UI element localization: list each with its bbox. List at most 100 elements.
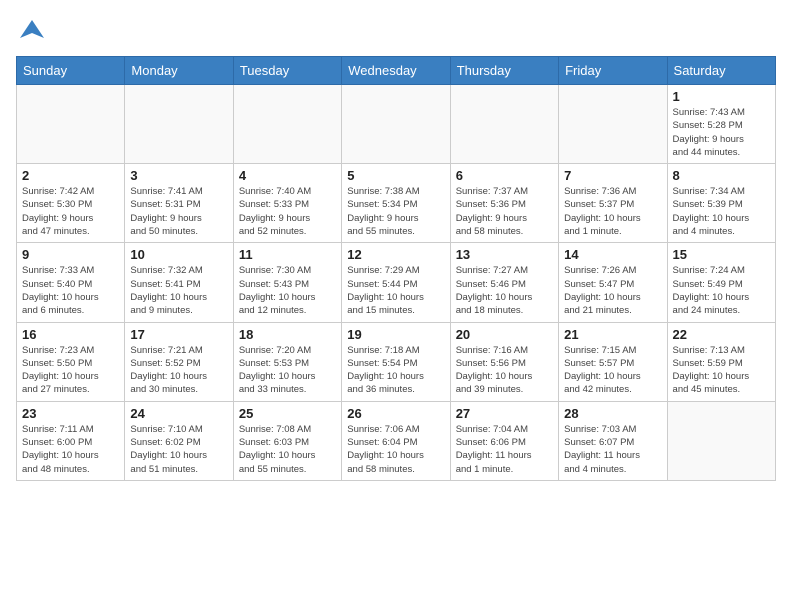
calendar-cell: 10 Sunrise: 7:32 AM Sunset: 5:41 PM Dayli… — [125, 243, 233, 322]
calendar-week-3: 9 Sunrise: 7:33 AM Sunset: 5:40 PM Daylig… — [17, 243, 776, 322]
calendar-cell: 26 Sunrise: 7:06 AM Sunset: 6:04 PM Dayli… — [342, 401, 450, 480]
day-number: 17 — [130, 327, 227, 342]
calendar-cell: 8 Sunrise: 7:34 AM Sunset: 5:39 PM Daylig… — [667, 164, 775, 243]
day-detail: Sunrise: 7:10 AM Sunset: 6:02 PM Dayligh… — [130, 423, 227, 476]
day-detail: Sunrise: 7:37 AM Sunset: 5:36 PM Dayligh… — [456, 185, 553, 238]
day-detail: Sunrise: 7:27 AM Sunset: 5:46 PM Dayligh… — [456, 264, 553, 317]
calendar-week-1: 1 Sunrise: 7:43 AM Sunset: 5:28 PM Daylig… — [17, 85, 776, 164]
day-detail: Sunrise: 7:18 AM Sunset: 5:54 PM Dayligh… — [347, 344, 444, 397]
day-detail: Sunrise: 7:29 AM Sunset: 5:44 PM Dayligh… — [347, 264, 444, 317]
day-detail: Sunrise: 7:30 AM Sunset: 5:43 PM Dayligh… — [239, 264, 336, 317]
day-number: 24 — [130, 406, 227, 421]
day-number: 1 — [673, 89, 770, 104]
day-detail: Sunrise: 7:03 AM Sunset: 6:07 PM Dayligh… — [564, 423, 661, 476]
day-detail: Sunrise: 7:20 AM Sunset: 5:53 PM Dayligh… — [239, 344, 336, 397]
day-detail: Sunrise: 7:16 AM Sunset: 5:56 PM Dayligh… — [456, 344, 553, 397]
day-detail: Sunrise: 7:06 AM Sunset: 6:04 PM Dayligh… — [347, 423, 444, 476]
day-number: 28 — [564, 406, 661, 421]
day-number: 21 — [564, 327, 661, 342]
weekday-header-friday: Friday — [559, 57, 667, 85]
calendar-cell: 4Sunrise: 7:40 AM Sunset: 5:33 PM Daylig… — [233, 164, 341, 243]
day-number: 15 — [673, 247, 770, 262]
calendar-cell: 11 Sunrise: 7:30 AM Sunset: 5:43 PM Dayli… — [233, 243, 341, 322]
calendar-cell — [342, 85, 450, 164]
day-detail: Sunrise: 7:13 AM Sunset: 5:59 PM Dayligh… — [673, 344, 770, 397]
calendar-cell: 2Sunrise: 7:42 AM Sunset: 5:30 PM Daylig… — [17, 164, 125, 243]
day-detail: Sunrise: 7:23 AM Sunset: 5:50 PM Dayligh… — [22, 344, 119, 397]
day-number: 18 — [239, 327, 336, 342]
day-number: 4 — [239, 168, 336, 183]
calendar-cell: 3 Sunrise: 7:41 AM Sunset: 5:31 PM Daylig… — [125, 164, 233, 243]
weekday-header-wednesday: Wednesday — [342, 57, 450, 85]
day-detail: Sunrise: 7:32 AM Sunset: 5:41 PM Dayligh… — [130, 264, 227, 317]
day-number: 11 — [239, 247, 336, 262]
logo — [16, 16, 46, 44]
calendar-cell: 18 Sunrise: 7:20 AM Sunset: 5:53 PM Dayli… — [233, 322, 341, 401]
calendar-cell — [559, 85, 667, 164]
weekday-header-monday: Monday — [125, 57, 233, 85]
calendar-cell: 19 Sunrise: 7:18 AM Sunset: 5:54 PM Dayli… — [342, 322, 450, 401]
weekday-header-thursday: Thursday — [450, 57, 558, 85]
calendar-cell — [125, 85, 233, 164]
calendar-cell: 22Sunrise: 7:13 AM Sunset: 5:59 PM Dayli… — [667, 322, 775, 401]
day-number: 13 — [456, 247, 553, 262]
day-detail: Sunrise: 7:33 AM Sunset: 5:40 PM Dayligh… — [22, 264, 119, 317]
day-number: 25 — [239, 406, 336, 421]
calendar-cell: 7Sunrise: 7:36 AM Sunset: 5:37 PM Daylig… — [559, 164, 667, 243]
day-detail: Sunrise: 7:42 AM Sunset: 5:30 PM Dayligh… — [22, 185, 119, 238]
calendar-cell: 23 Sunrise: 7:11 AM Sunset: 6:00 PM Dayli… — [17, 401, 125, 480]
day-number: 10 — [130, 247, 227, 262]
day-number: 8 — [673, 168, 770, 183]
calendar-cell — [667, 401, 775, 480]
day-detail: Sunrise: 7:08 AM Sunset: 6:03 PM Dayligh… — [239, 423, 336, 476]
calendar-cell: 24 Sunrise: 7:10 AM Sunset: 6:02 PM Dayli… — [125, 401, 233, 480]
calendar-cell — [17, 85, 125, 164]
day-number: 12 — [347, 247, 444, 262]
calendar-cell — [233, 85, 341, 164]
weekday-header-row: SundayMondayTuesdayWednesdayThursdayFrid… — [17, 57, 776, 85]
calendar-cell: 5Sunrise: 7:38 AM Sunset: 5:34 PM Daylig… — [342, 164, 450, 243]
calendar-week-4: 16 Sunrise: 7:23 AM Sunset: 5:50 PM Dayli… — [17, 322, 776, 401]
day-detail: Sunrise: 7:43 AM Sunset: 5:28 PM Dayligh… — [673, 106, 770, 159]
day-number: 9 — [22, 247, 119, 262]
day-detail: Sunrise: 7:26 AM Sunset: 5:47 PM Dayligh… — [564, 264, 661, 317]
calendar-cell: 21Sunrise: 7:15 AM Sunset: 5:57 PM Dayli… — [559, 322, 667, 401]
calendar-cell: 17 Sunrise: 7:21 AM Sunset: 5:52 PM Dayli… — [125, 322, 233, 401]
calendar-table: SundayMondayTuesdayWednesdayThursdayFrid… — [16, 56, 776, 481]
weekday-header-tuesday: Tuesday — [233, 57, 341, 85]
calendar-cell: 1 Sunrise: 7:43 AM Sunset: 5:28 PM Daylig… — [667, 85, 775, 164]
day-detail: Sunrise: 7:04 AM Sunset: 6:06 PM Dayligh… — [456, 423, 553, 476]
calendar-cell: 9 Sunrise: 7:33 AM Sunset: 5:40 PM Daylig… — [17, 243, 125, 322]
calendar-cell: 27 Sunrise: 7:04 AM Sunset: 6:06 PM Dayli… — [450, 401, 558, 480]
day-number: 27 — [456, 406, 553, 421]
calendar-cell: 13 Sunrise: 7:27 AM Sunset: 5:46 PM Dayli… — [450, 243, 558, 322]
day-number: 3 — [130, 168, 227, 183]
day-number: 20 — [456, 327, 553, 342]
day-detail: Sunrise: 7:41 AM Sunset: 5:31 PM Dayligh… — [130, 185, 227, 238]
day-number: 6 — [456, 168, 553, 183]
calendar-week-2: 2Sunrise: 7:42 AM Sunset: 5:30 PM Daylig… — [17, 164, 776, 243]
day-detail: Sunrise: 7:24 AM Sunset: 5:49 PM Dayligh… — [673, 264, 770, 317]
calendar-cell: 16 Sunrise: 7:23 AM Sunset: 5:50 PM Dayli… — [17, 322, 125, 401]
weekday-header-saturday: Saturday — [667, 57, 775, 85]
day-number: 23 — [22, 406, 119, 421]
calendar-cell: 15 Sunrise: 7:24 AM Sunset: 5:49 PM Dayli… — [667, 243, 775, 322]
day-detail: Sunrise: 7:38 AM Sunset: 5:34 PM Dayligh… — [347, 185, 444, 238]
calendar-cell: 25 Sunrise: 7:08 AM Sunset: 6:03 PM Dayli… — [233, 401, 341, 480]
day-number: 26 — [347, 406, 444, 421]
calendar-cell — [450, 85, 558, 164]
calendar-cell: 14 Sunrise: 7:26 AM Sunset: 5:47 PM Dayli… — [559, 243, 667, 322]
logo-bird-icon — [18, 16, 46, 44]
calendar-cell: 28 Sunrise: 7:03 AM Sunset: 6:07 PM Dayli… — [559, 401, 667, 480]
day-detail: Sunrise: 7:11 AM Sunset: 6:00 PM Dayligh… — [22, 423, 119, 476]
calendar-week-5: 23 Sunrise: 7:11 AM Sunset: 6:00 PM Dayli… — [17, 401, 776, 480]
weekday-header-sunday: Sunday — [17, 57, 125, 85]
page-header — [16, 16, 776, 44]
day-number: 14 — [564, 247, 661, 262]
day-detail: Sunrise: 7:34 AM Sunset: 5:39 PM Dayligh… — [673, 185, 770, 238]
day-detail: Sunrise: 7:21 AM Sunset: 5:52 PM Dayligh… — [130, 344, 227, 397]
day-number: 19 — [347, 327, 444, 342]
day-number: 7 — [564, 168, 661, 183]
day-number: 16 — [22, 327, 119, 342]
calendar-cell: 6 Sunrise: 7:37 AM Sunset: 5:36 PM Daylig… — [450, 164, 558, 243]
